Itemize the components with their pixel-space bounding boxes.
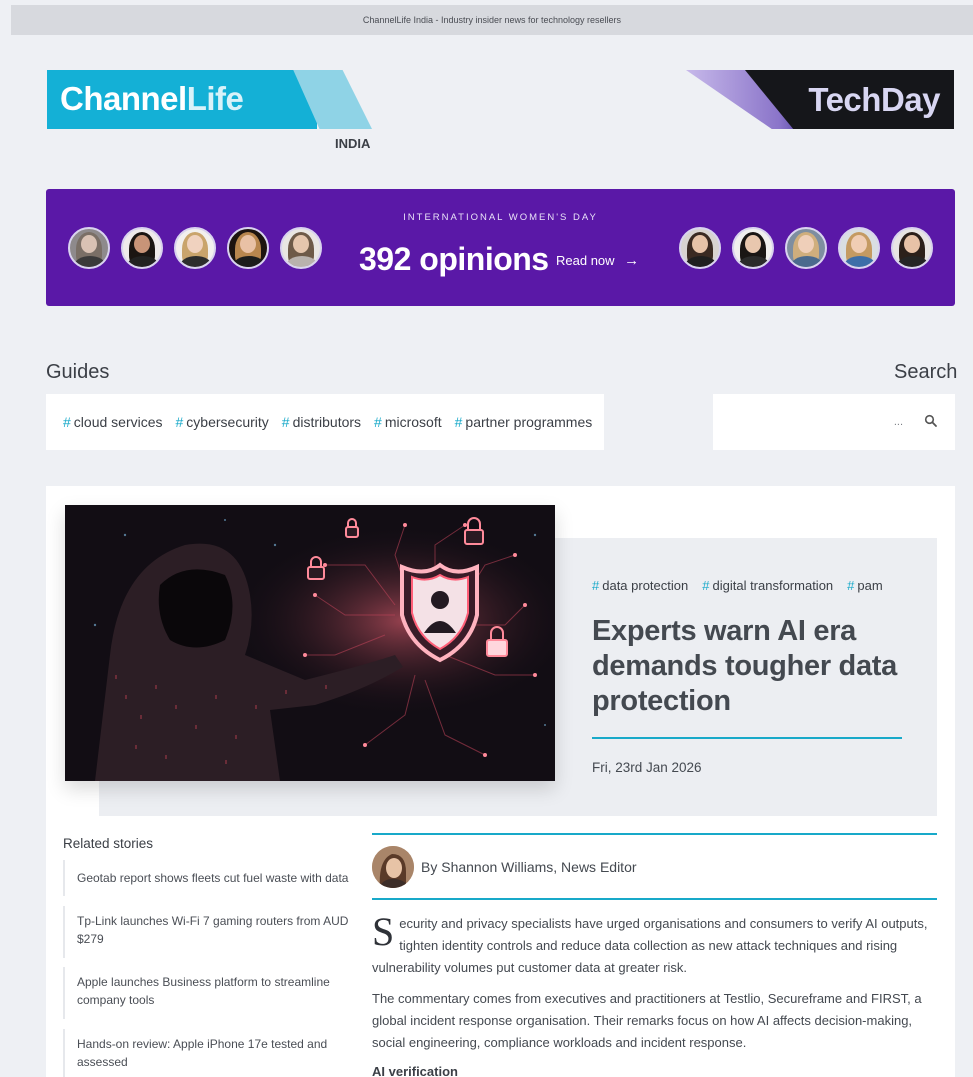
read-now-link[interactable]: Read now → xyxy=(556,252,639,269)
avatar xyxy=(68,227,110,269)
avatar-group-right xyxy=(679,227,933,269)
search-icon[interactable] xyxy=(924,414,938,428)
avatar xyxy=(838,227,880,269)
byline-divider-top xyxy=(372,833,937,835)
avatar xyxy=(891,227,933,269)
related-stories-heading: Related stories xyxy=(63,836,154,851)
headline-divider xyxy=(592,737,902,739)
drop-cap: S xyxy=(372,909,395,954)
article-subheading: AI verification xyxy=(372,1064,458,1077)
guide-tag-partner-programmes[interactable]: # partner programmes xyxy=(455,414,593,430)
article-tag-digital-transformation[interactable]: # digital transformation xyxy=(702,578,833,593)
techday-logo[interactable]: TechDay xyxy=(686,70,954,129)
site-tagline-bar: ChannelLife India - Industry insider new… xyxy=(11,5,973,35)
site-tagline: ChannelLife India - Industry insider new… xyxy=(362,15,622,25)
article-hero-image[interactable] xyxy=(65,505,555,781)
related-story-link[interactable]: Geotab report shows fleets cut fuel wast… xyxy=(63,860,353,896)
iwd-banner[interactable]: INTERNATIONAL WOMEN'S DAY 392 opinions R… xyxy=(46,189,955,306)
search-placeholder: ... xyxy=(893,416,903,428)
author-photo xyxy=(372,846,414,888)
guide-tag-cloud-services[interactable]: # cloud services xyxy=(63,414,163,430)
guide-tag-distributors[interactable]: # distributors xyxy=(282,414,361,430)
channellife-logo[interactable]: ChannelLife INDIA xyxy=(47,70,372,151)
article-tag-data-protection[interactable]: # data protection xyxy=(592,578,688,593)
avatar xyxy=(280,227,322,269)
arrow-right-icon: → xyxy=(624,252,640,269)
article-tag-pam[interactable]: # pam xyxy=(847,578,883,593)
article-date: Fri, 23rd Jan 2026 xyxy=(592,760,702,775)
byline-divider-bottom xyxy=(372,898,937,900)
techday-wordmark: TechDay xyxy=(808,81,940,118)
edition-label: INDIA xyxy=(335,136,371,151)
avatar xyxy=(679,227,721,269)
article-paragraph: Security and privacy specialists have ur… xyxy=(372,909,928,976)
avatar-group-left xyxy=(68,227,322,269)
article-tag-list: # data protection # digital transformation… xyxy=(592,578,883,593)
related-story-link[interactable]: Hands-on review: Apple iPhone 17e tested… xyxy=(63,1029,353,1077)
author-avatar[interactable] xyxy=(372,846,414,888)
read-now-label: Read now xyxy=(556,253,615,268)
avatar xyxy=(174,227,216,269)
avatar xyxy=(227,227,269,269)
logo-word-life: Life xyxy=(186,80,244,117)
guides-tag-list: # cloud services # cybersecurity # distribu… xyxy=(46,394,604,450)
related-story-link[interactable]: Apple launches Business platform to stre… xyxy=(63,967,353,1019)
banner-kicker: INTERNATIONAL WOMEN'S DAY xyxy=(403,212,598,223)
avatar xyxy=(732,227,774,269)
search-input[interactable]: ... xyxy=(713,394,955,450)
hacker-shield-illustration xyxy=(65,505,555,781)
guide-tag-cybersecurity[interactable]: # cybersecurity xyxy=(176,414,269,430)
related-story-link[interactable]: Tp-Link launches Wi-Fi 7 gaming routers … xyxy=(63,906,353,958)
search-heading: Search xyxy=(894,361,958,383)
article-paragraph: The commentary comes from executives and… xyxy=(372,991,922,1050)
banner-headline: 392 opinions xyxy=(359,241,549,277)
avatar xyxy=(121,227,163,269)
avatar xyxy=(785,227,827,269)
guide-tag-microsoft[interactable]: # microsoft xyxy=(374,414,442,430)
article-byline[interactable]: By Shannon Williams, News Editor xyxy=(421,859,637,875)
logo-word-channel: Channel xyxy=(60,80,187,117)
article-headline: Experts warn AI era demands tougher data… xyxy=(592,615,897,717)
guides-heading: Guides xyxy=(46,361,110,383)
